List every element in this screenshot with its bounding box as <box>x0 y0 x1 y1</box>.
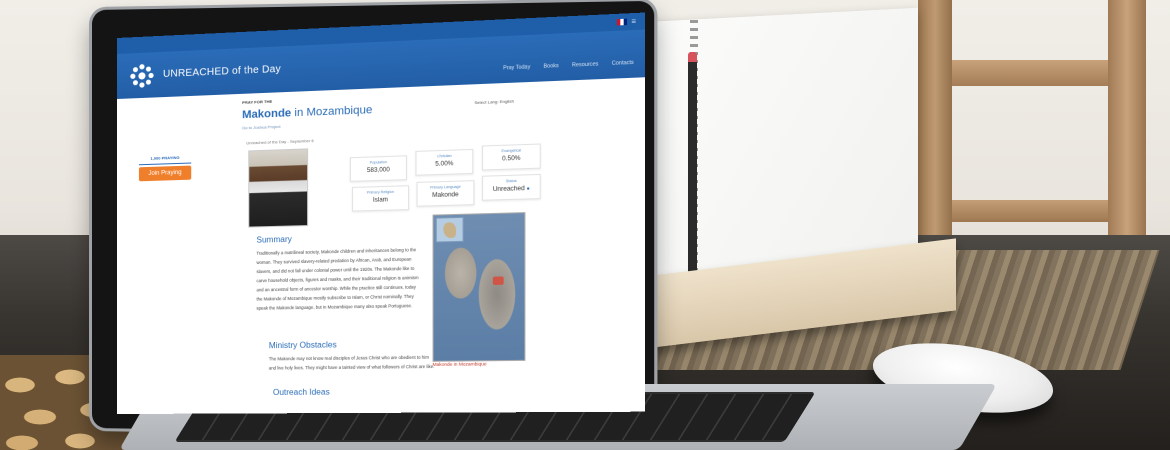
stat-value: Islam <box>372 197 389 204</box>
page-title: Makonde in Mozambique <box>242 104 372 121</box>
wooden-shelf-rung <box>952 200 1108 222</box>
summary-text: Traditionally a matrilineal society, Mak… <box>256 247 419 311</box>
prayer-sidebar: 1,000 PRAYING Join Praying <box>138 151 192 182</box>
wooden-shelf-post <box>918 0 952 238</box>
africa-inset-map <box>435 216 464 243</box>
stat-label: Christian <box>436 153 452 159</box>
stat-label: Evangelical <box>501 148 522 154</box>
page-content: 1,000 PRAYING Join Praying PRAY FOR THE … <box>117 77 645 415</box>
nav-item-pray-today[interactable]: Pray Today <box>503 64 530 71</box>
stat-value: Unreached ● <box>483 185 540 193</box>
praying-count-button[interactable]: 1,000 PRAYING <box>138 151 192 166</box>
join-praying-button[interactable]: Join Praying <box>138 165 192 182</box>
summary-heading: Summary <box>256 234 292 245</box>
wooden-shelf-rung <box>952 60 1108 86</box>
pen-tip <box>688 52 697 62</box>
uk-flag-icon[interactable] <box>616 18 627 26</box>
nav-item-resources[interactable]: Resources <box>572 61 598 68</box>
site-logo-icon[interactable] <box>128 61 155 89</box>
stat-label: Population <box>369 160 388 165</box>
ministry-obstacles-heading: Ministry Obstacles <box>268 340 337 351</box>
stat-status: Status Unreached ● <box>481 173 541 201</box>
stat-value: 5.00% <box>435 161 454 168</box>
outreach-ideas-heading: Outreach Ideas <box>272 387 330 398</box>
people-country: in Mozambique <box>291 103 373 120</box>
language-select[interactable]: Select Lang: English <box>474 98 514 105</box>
pray-for-label: PRAY FOR THE <box>242 98 273 106</box>
stat-christian: Christian 5.00% <box>415 148 474 176</box>
people-photo <box>248 148 309 228</box>
stat-primary-language: Primary Language Makonde <box>416 180 475 207</box>
stat-primary-religion: Primary Religion Islam <box>352 185 410 212</box>
stat-evangelical: Evangelical 0.50% <box>481 143 541 171</box>
map-caption[interactable]: Makonde in Mozambique <box>433 361 487 367</box>
site-title[interactable]: UNREACHED of the Day <box>163 64 281 80</box>
joshua-project-link[interactable]: Go to Joshua Project <box>242 124 280 131</box>
stat-label: Status <box>505 178 517 184</box>
wooden-shelf-post <box>1108 0 1146 250</box>
nav-item-books[interactable]: Books <box>543 63 558 70</box>
stat-label: Primary Language <box>430 184 461 190</box>
location-map[interactable] <box>432 212 526 362</box>
ministry-obstacles-text: The Makonde may not know real disciples … <box>268 354 435 371</box>
main-nav: Pray Today Books Resources Contacts <box>503 60 634 72</box>
laptop-screen: ≡ UNREACHED of the Day Pray Today Books … <box>117 12 645 415</box>
people-name: Makonde <box>242 107 292 122</box>
status-value: Unreached <box>492 185 525 194</box>
stat-value: 583,000 <box>366 167 390 175</box>
stat-label: Primary Religion <box>366 189 395 195</box>
menu-icon[interactable]: ≡ <box>631 18 636 26</box>
people-location-marker <box>492 276 504 286</box>
nav-item-contacts[interactable]: Contacts <box>612 60 634 67</box>
stat-population: Population 583,000 <box>349 155 407 182</box>
stat-value: 0.50% <box>502 155 521 163</box>
stat-value: Makonde <box>432 192 459 200</box>
pen <box>688 58 697 280</box>
date-line: Unreached of the Day - September 6 <box>246 137 314 146</box>
globe-icon[interactable]: ● <box>527 186 530 192</box>
